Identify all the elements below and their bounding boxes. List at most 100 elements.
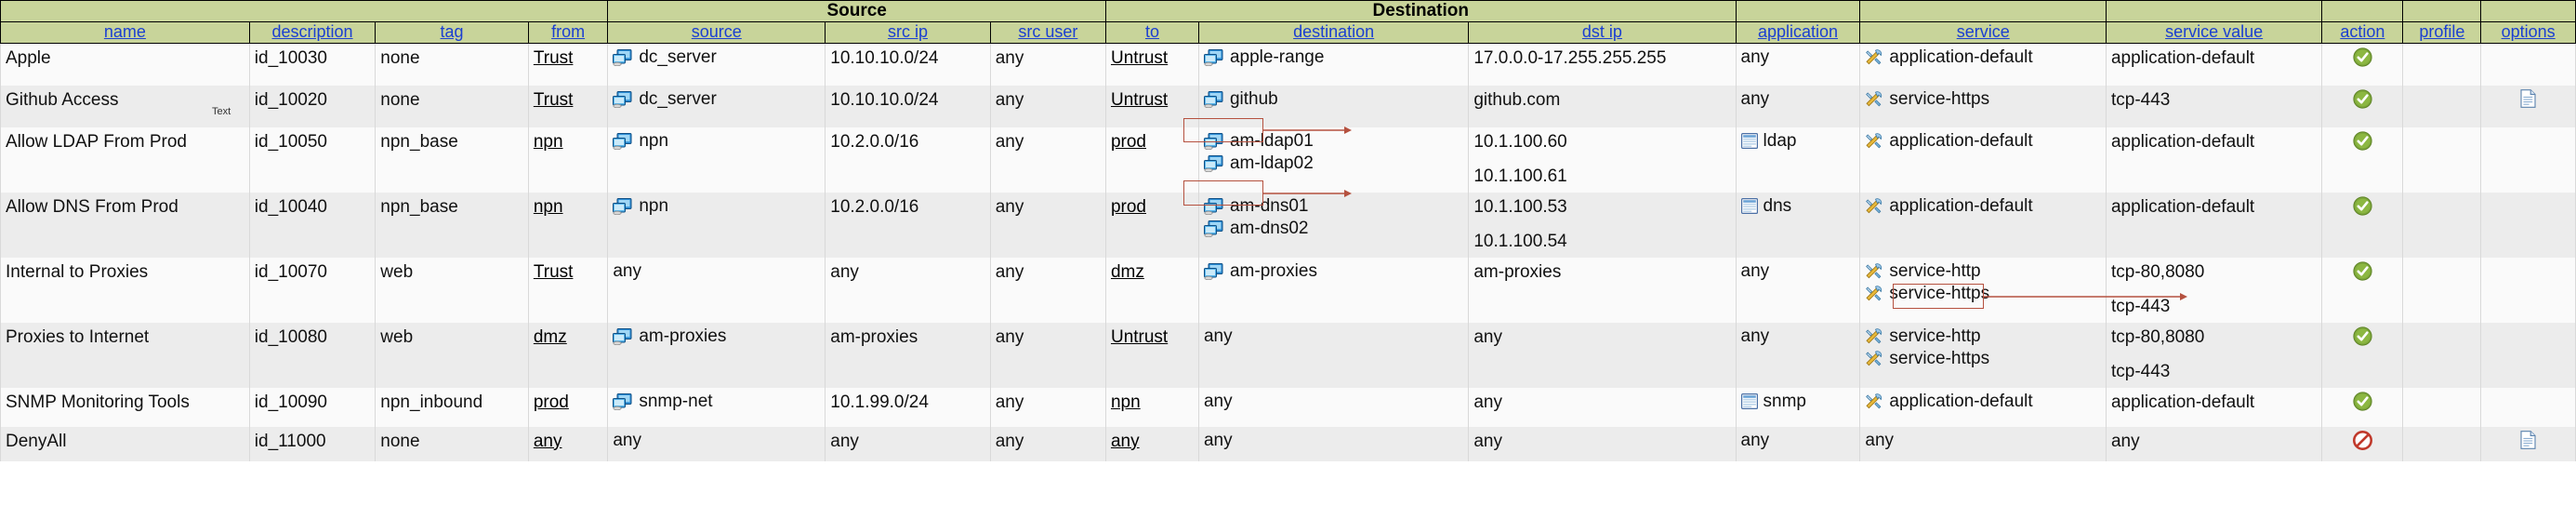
column-sort-link-src-ip[interactable]: src ip (888, 22, 928, 41)
column-sort-link-options[interactable]: options (2502, 22, 2556, 41)
service-object[interactable]: service-http (1865, 326, 2101, 347)
destination-object[interactable]: apple-range (1203, 47, 1463, 68)
cell-action[interactable] (2321, 126, 2404, 193)
column-sort-link-service-value[interactable]: service value (2165, 22, 2263, 41)
destination-object[interactable]: any (1204, 431, 1463, 451)
service-object[interactable]: application-default (1865, 131, 2101, 152)
cell-to-zone-link[interactable]: Untrust (1111, 90, 1168, 110)
service-object[interactable]: application-default (1865, 196, 2101, 217)
destination-object[interactable]: am-dns02 (1203, 219, 1463, 239)
column-header-name[interactable]: name (0, 21, 250, 44)
source-object[interactable]: any (613, 431, 820, 451)
column-header-service[interactable]: service (1859, 21, 2107, 44)
column-header-dst-ip[interactable]: dst ip (1468, 21, 1737, 44)
service-object[interactable]: service-https (1865, 284, 2101, 304)
destination-object[interactable]: am-ldap02 (1203, 153, 1463, 174)
cell-to-zone[interactable]: npn (1104, 387, 1199, 427)
application-object[interactable]: snmp (1740, 392, 1856, 412)
table-row[interactable]: SNMP Monitoring Tools id_10090 npn_inbound… (0, 387, 2576, 427)
column-sort-link-source[interactable]: source (692, 22, 742, 41)
cell-action[interactable] (2321, 257, 2404, 323)
column-header-description[interactable]: description (248, 21, 376, 44)
table-row[interactable]: Proxies to Internet id_10080 web dmz am-prox… (0, 322, 2576, 388)
destination-object[interactable]: any (1204, 392, 1463, 412)
service-object[interactable]: any (1865, 431, 2101, 451)
column-header-from[interactable]: from (527, 21, 609, 44)
cell-to-zone-link[interactable]: Untrust (1111, 327, 1168, 347)
cell-from-zone[interactable]: npn (527, 192, 609, 258)
cell-from-zone[interactable]: Trust (527, 85, 609, 127)
cell-from-zone-link[interactable]: dmz (534, 327, 567, 347)
cell-from-zone-link[interactable]: npn (534, 197, 563, 217)
cell-action[interactable] (2321, 322, 2404, 388)
cell-from-zone[interactable]: any (527, 426, 609, 461)
cell-action[interactable] (2321, 85, 2404, 127)
application-object[interactable]: any (1741, 89, 1856, 110)
cell-from-zone-link[interactable]: Trust (534, 90, 574, 110)
application-object[interactable]: any (1741, 431, 1856, 451)
destination-object[interactable]: am-proxies (1203, 261, 1463, 282)
cell-to-zone-link[interactable]: npn (1111, 393, 1141, 412)
column-header-service-value[interactable]: service value (2105, 21, 2323, 44)
cell-to-zone[interactable]: any (1104, 426, 1199, 461)
table-row[interactable]: Allow LDAP From Prod id_10050 npn_base npn n… (0, 126, 2576, 193)
column-sort-link-description[interactable]: description (272, 22, 353, 41)
application-object[interactable]: ldap (1740, 131, 1856, 152)
destination-object[interactable]: am-ldap01 (1203, 131, 1463, 152)
table-row[interactable]: DenyAll id_11000 none any any any any any any any… (0, 426, 2576, 461)
column-header-options[interactable]: options (2480, 21, 2576, 44)
cell-to-zone[interactable]: Untrust (1104, 322, 1199, 388)
source-object[interactable]: am-proxies (613, 326, 820, 347)
source-object[interactable]: dc_server (613, 89, 820, 110)
column-sort-link-profile[interactable]: profile (2419, 22, 2464, 41)
application-object[interactable]: any (1741, 261, 1856, 282)
cell-from-zone-link[interactable]: Trust (534, 262, 574, 282)
cell-from-zone[interactable]: prod (527, 387, 609, 427)
cell-from-zone[interactable]: npn (527, 126, 609, 193)
cell-to-zone[interactable]: prod (1104, 192, 1199, 258)
cell-to-zone-link[interactable]: prod (1111, 197, 1146, 217)
cell-to-zone[interactable]: prod (1104, 126, 1199, 193)
service-object[interactable]: service-https (1865, 89, 2101, 110)
source-object[interactable]: npn (613, 196, 820, 217)
cell-from-zone-link[interactable]: any (534, 432, 562, 451)
column-header-src-ip[interactable]: src ip (825, 21, 991, 44)
cell-action[interactable] (2321, 387, 2404, 427)
cell-from-zone[interactable]: Trust (527, 257, 609, 323)
cell-from-zone[interactable]: Trust (527, 43, 609, 86)
column-header-tag[interactable]: tag (375, 21, 529, 44)
cell-from-zone[interactable]: dmz (527, 322, 609, 388)
cell-from-zone-link[interactable]: prod (534, 393, 569, 412)
column-sort-link-tag[interactable]: tag (441, 22, 464, 41)
application-object[interactable]: any (1741, 47, 1856, 68)
cell-from-zone-link[interactable]: Trust (534, 48, 574, 68)
table-row[interactable]: Apple id_10030 none Trust dc_server 10.10.10.… (0, 43, 2576, 86)
cell-to-zone-link[interactable]: any (1111, 432, 1140, 451)
column-sort-link-action[interactable]: action (2340, 22, 2384, 41)
cell-action[interactable] (2321, 426, 2404, 461)
source-object[interactable]: dc_server (613, 47, 820, 68)
destination-object[interactable]: any (1204, 326, 1463, 347)
cell-options[interactable] (2480, 426, 2576, 461)
table-row[interactable]: Internal to Proxies id_10070 web Trust any an… (0, 257, 2576, 323)
column-header-profile[interactable]: profile (2402, 21, 2482, 44)
column-header-src-user[interactable]: src user (989, 21, 1106, 44)
column-sort-link-service[interactable]: service (1957, 22, 2010, 41)
application-object[interactable]: any (1741, 326, 1856, 347)
column-sort-link-from[interactable]: from (551, 22, 585, 41)
column-sort-link-application[interactable]: application (1758, 22, 1838, 41)
column-header-to[interactable]: to (1104, 21, 1199, 44)
cell-to-zone-link[interactable]: dmz (1111, 262, 1144, 282)
application-object[interactable]: dns (1740, 196, 1856, 217)
service-object[interactable]: application-default (1865, 47, 2101, 68)
service-object[interactable]: application-default (1865, 392, 2101, 412)
cell-from-zone-link[interactable]: npn (534, 132, 563, 152)
column-sort-link-destination[interactable]: destination (1293, 22, 1374, 41)
column-sort-link-name[interactable]: name (104, 22, 146, 41)
cell-options[interactable] (2480, 85, 2576, 127)
column-header-action[interactable]: action (2321, 21, 2404, 44)
cell-to-zone[interactable]: dmz (1104, 257, 1199, 323)
cell-to-zone-link[interactable]: prod (1111, 132, 1146, 152)
column-header-destination[interactable]: destination (1197, 21, 1470, 44)
source-object[interactable]: any (613, 261, 820, 282)
